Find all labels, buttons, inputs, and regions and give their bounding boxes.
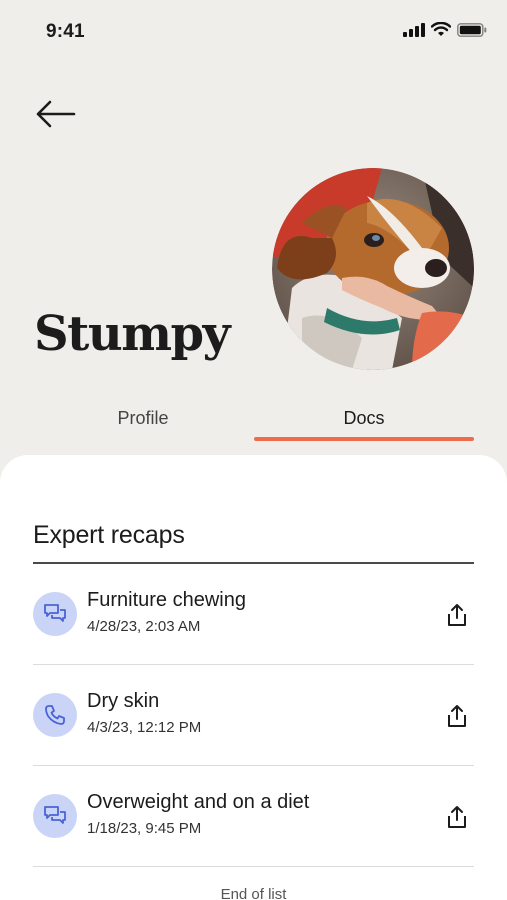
share-icon (448, 604, 466, 626)
section-title: Expert recaps (33, 521, 185, 549)
arrow-left-icon (36, 100, 76, 128)
recap-title: Overweight and on a diet (87, 791, 310, 813)
list-item[interactable]: Dry skin 4/3/23, 12:12 PM (33, 665, 474, 766)
status-time: 9:41 (46, 21, 85, 42)
list-item[interactable]: Furniture chewing 4/28/23, 2:03 AM (33, 564, 474, 665)
recap-date: 4/3/23, 12:12 PM (87, 719, 202, 736)
list-item[interactable]: Overweight and on a diet 1/18/23, 9:45 P… (33, 766, 474, 867)
tab-profile[interactable]: Profile (33, 398, 253, 444)
cellular-signal-icon (403, 22, 425, 37)
pet-name: Stumpy (34, 306, 230, 362)
status-icons (403, 22, 487, 37)
battery-icon (457, 22, 487, 37)
share-icon (448, 705, 466, 727)
recap-title: Dry skin (87, 690, 160, 712)
pet-avatar (272, 168, 474, 370)
active-tab-indicator (254, 437, 474, 441)
share-button[interactable] (440, 800, 474, 834)
chat-bubbles-icon (33, 592, 77, 636)
recap-list: Furniture chewing 4/28/23, 2:03 AM Dry s… (33, 564, 474, 867)
phone-icon (33, 693, 77, 737)
chat-bubbles-icon (33, 794, 77, 838)
recap-title: Furniture chewing (87, 589, 246, 611)
dog-photo (272, 168, 474, 370)
share-icon (448, 806, 466, 828)
end-of-list-label: End of list (220, 886, 287, 900)
status-bar: 9:41 (0, 0, 507, 64)
recap-date: 1/18/23, 9:45 PM (87, 820, 202, 837)
share-button[interactable] (440, 699, 474, 733)
tab-bar: Profile Docs (33, 398, 474, 444)
wifi-icon (431, 22, 451, 36)
share-button[interactable] (440, 598, 474, 632)
back-button[interactable] (30, 94, 80, 134)
recap-date: 4/28/23, 2:03 AM (87, 618, 201, 635)
docs-panel: Expert recaps Furniture chewing 4/28/23,… (0, 455, 507, 900)
